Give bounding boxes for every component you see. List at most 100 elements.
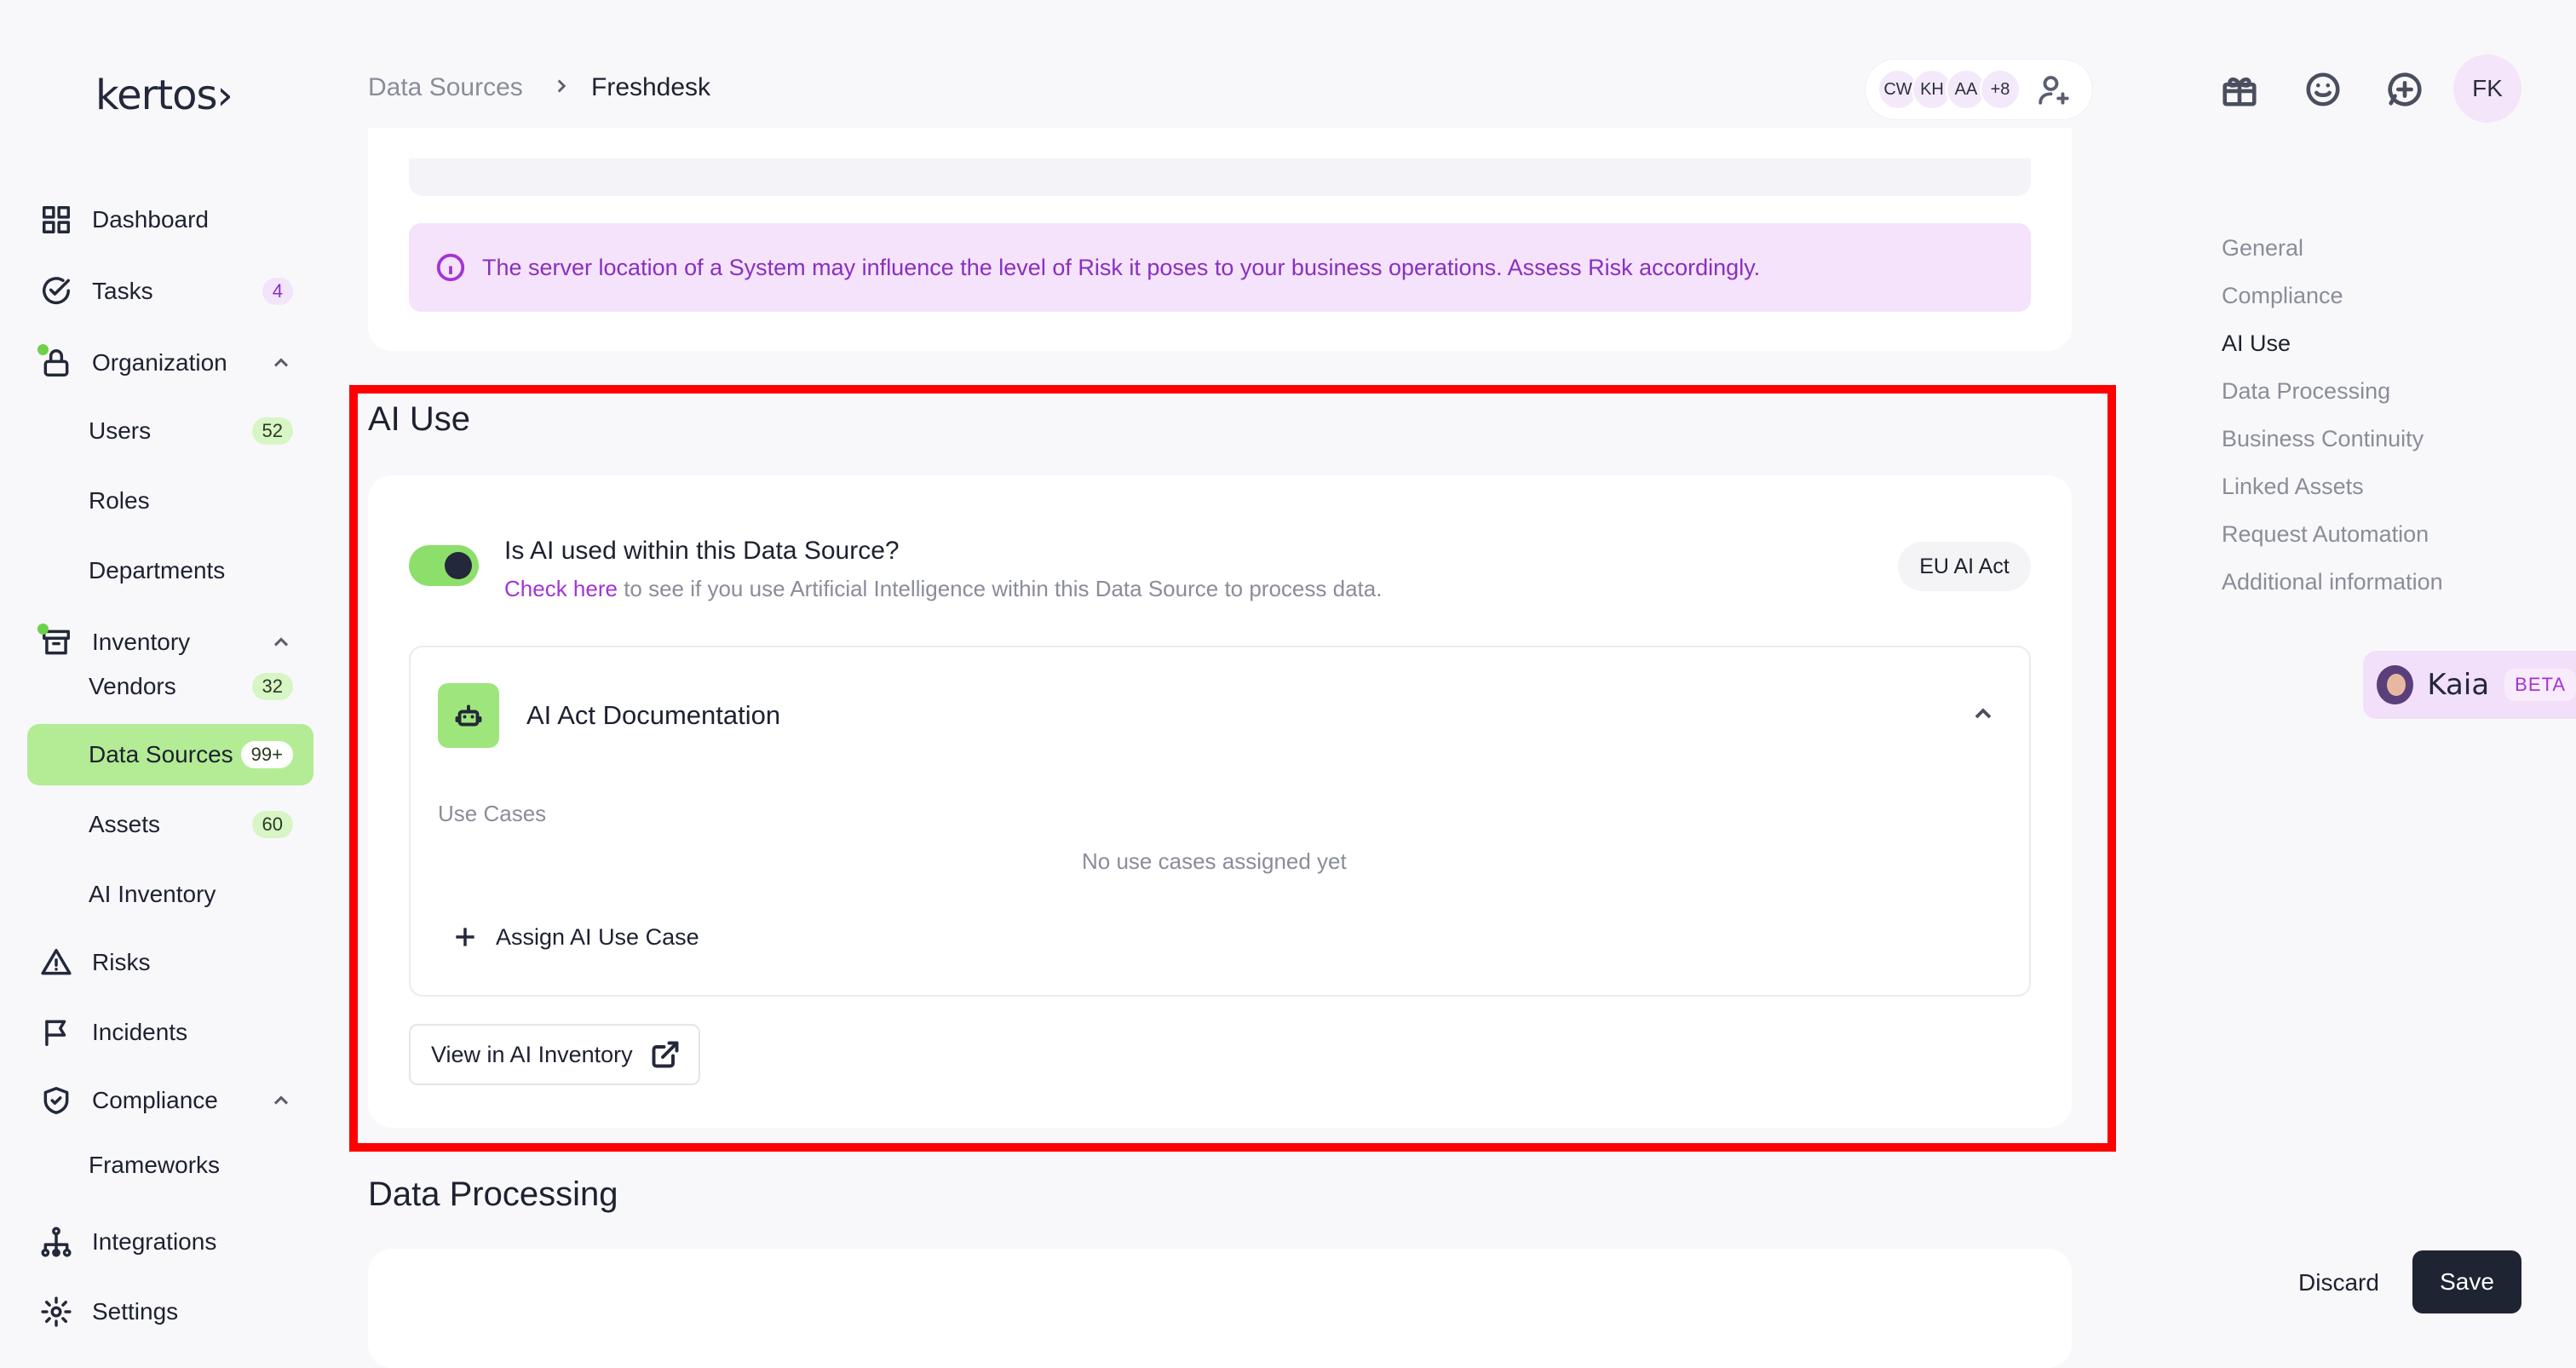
- add-user-icon[interactable]: [2036, 72, 2072, 107]
- sidebar-item-vendors[interactable]: Vendors 32: [27, 656, 313, 717]
- sidebar-item-organization[interactable]: Organization: [27, 332, 313, 394]
- user-avatar[interactable]: FK: [2453, 55, 2521, 123]
- collaborators-group[interactable]: CW KH AA +8: [1866, 60, 2092, 119]
- discard-button[interactable]: Discard: [2298, 1269, 2379, 1296]
- smiley-icon[interactable]: [2303, 70, 2343, 109]
- sidebar-item-label: Incidents: [92, 1019, 188, 1045]
- chevron-up-icon[interactable]: [269, 630, 293, 654]
- check-circle-icon: [39, 274, 73, 308]
- lock-icon: [37, 344, 73, 380]
- count-badge: 32: [251, 673, 293, 700]
- sidebar-item-label: Users: [89, 417, 152, 444]
- status-dot: [37, 624, 49, 635]
- kaia-avatar: [2377, 665, 2414, 704]
- sidebar-item-label: Settings: [92, 1298, 179, 1325]
- beta-badge: BETA: [2504, 669, 2576, 701]
- gear-icon: [39, 1295, 73, 1329]
- assign-ai-use-case-button[interactable]: Assign AI Use Case: [451, 920, 699, 954]
- ai-used-help: Check here to see if you use Artificial …: [504, 576, 1382, 602]
- chevron-up-icon[interactable]: [1969, 700, 1997, 727]
- sidebar-item-data-sources[interactable]: Data Sources 99+: [27, 724, 313, 785]
- sidebar-item-label: Frameworks: [89, 1152, 221, 1175]
- toc-item-additional-information[interactable]: Additional information: [2222, 569, 2443, 595]
- use-cases-empty-text: No use cases assigned yet: [1082, 848, 1347, 874]
- sidebar-item-incidents[interactable]: Incidents: [27, 1002, 313, 1063]
- assign-label: Assign AI Use Case: [496, 923, 699, 950]
- ai-used-question: Is AI used within this Data Source?: [504, 537, 900, 565]
- section-title-data-processing: Data Processing: [368, 1175, 618, 1213]
- sidebar-item-label: Data Sources: [89, 741, 233, 767]
- eu-ai-act-chip[interactable]: EU AI Act: [1898, 542, 2031, 591]
- status-dot: [37, 344, 49, 355]
- sidebar-item-label: Tasks: [92, 278, 153, 304]
- sidebar-item-label: Roles: [89, 487, 150, 514]
- sidebar-item-ai-inventory[interactable]: AI Inventory: [27, 864, 313, 925]
- toc-item-request-automation[interactable]: Request Automation: [2222, 521, 2429, 548]
- warning-icon: [39, 946, 73, 980]
- info-banner: The server location of a System may infl…: [409, 223, 2031, 312]
- sidebar-item-label: Dashboard: [92, 206, 209, 233]
- sidebar-item-frameworks[interactable]: Frameworks: [27, 1138, 313, 1175]
- toc-item-compliance[interactable]: Compliance: [2222, 283, 2343, 309]
- chevron-up-icon[interactable]: [269, 351, 293, 375]
- archive-icon: [37, 624, 73, 659]
- network-icon: [39, 1225, 73, 1259]
- robot-icon: [438, 683, 499, 748]
- view-label: View in AI Inventory: [431, 1041, 633, 1067]
- plus-icon: [456, 928, 474, 946]
- grid-icon: [39, 203, 73, 237]
- info-icon: [434, 251, 467, 284]
- toc-item-business-continuity[interactable]: Business Continuity: [2222, 426, 2424, 452]
- ai-act-documentation-title: AI Act Documentation: [526, 700, 781, 730]
- sidebar-item-label: Integrations: [92, 1228, 217, 1255]
- count-badge: 99+: [240, 741, 293, 768]
- sidebar-item-risks[interactable]: Risks: [27, 932, 313, 993]
- sidebar-item-dashboard[interactable]: Dashboard: [27, 189, 313, 250]
- sidebar-item-departments[interactable]: Departments: [27, 540, 313, 601]
- sidebar-item-integrations[interactable]: Integrations: [27, 1211, 313, 1273]
- sidebar-item-users[interactable]: Users 52: [27, 400, 313, 462]
- sidebar-item-label: Organization: [92, 349, 227, 376]
- use-cases-label: Use Cases: [438, 801, 547, 826]
- breadcrumb-current: Freshdesk: [591, 73, 711, 101]
- chevron-up-icon[interactable]: [269, 1089, 293, 1112]
- sidebar-item-label: Compliance: [92, 1087, 218, 1113]
- sidebar-item-label: Departments: [89, 557, 226, 583]
- sidebar-item-compliance[interactable]: Compliance: [27, 1070, 313, 1131]
- sidebar-item-assets[interactable]: Assets 60: [27, 794, 313, 855]
- toc-item-ai-use[interactable]: AI Use: [2222, 331, 2291, 357]
- sidebar-item-label: Assets: [89, 811, 161, 837]
- ai-used-toggle[interactable]: [409, 545, 479, 586]
- chat-add-icon[interactable]: [2385, 70, 2424, 109]
- flag-icon: [39, 1015, 73, 1049]
- sidebar-item-tasks[interactable]: Tasks 4: [27, 261, 313, 322]
- count-badge: 4: [262, 278, 293, 305]
- sidebar-item-label: Risks: [92, 949, 151, 975]
- kertos-logo[interactable]: kertos›: [95, 72, 233, 119]
- section-title-ai-use: AI Use: [368, 400, 471, 438]
- sidebar-item-roles[interactable]: Roles: [27, 470, 313, 532]
- location-field: [409, 158, 2031, 196]
- help-text: to see if you use Artificial Intelligenc…: [617, 576, 1383, 601]
- sidebar-item-settings[interactable]: Settings: [27, 1281, 313, 1342]
- toc-item-general[interactable]: General: [2222, 235, 2303, 262]
- chevron-right-icon: [550, 75, 572, 104]
- shield-check-icon: [39, 1083, 73, 1118]
- count-badge: 52: [251, 417, 293, 445]
- toc-item-linked-assets[interactable]: Linked Assets: [2222, 474, 2364, 500]
- gift-icon[interactable]: [2220, 70, 2259, 109]
- check-here-link[interactable]: Check here: [504, 576, 618, 601]
- breadcrumb-data-sources[interactable]: Data Sources: [368, 73, 523, 102]
- external-link-icon: [652, 1041, 679, 1068]
- kaia-name: Kaia: [2427, 668, 2490, 702]
- toc-item-data-processing[interactable]: Data Processing: [2222, 378, 2390, 405]
- sidebar-item-label: Vendors: [89, 673, 176, 699]
- avatar-more-count[interactable]: +8: [1980, 69, 2021, 110]
- count-badge: 60: [251, 811, 293, 838]
- view-in-ai-inventory-button[interactable]: View in AI Inventory: [409, 1024, 700, 1085]
- kaia-assistant-button[interactable]: Kaia BETA: [2363, 651, 2576, 719]
- sidebar-item-label: Inventory: [92, 629, 191, 655]
- info-text: The server location of a System may infl…: [482, 254, 1761, 280]
- toggle-knob: [445, 552, 472, 579]
- save-button[interactable]: Save: [2412, 1250, 2521, 1313]
